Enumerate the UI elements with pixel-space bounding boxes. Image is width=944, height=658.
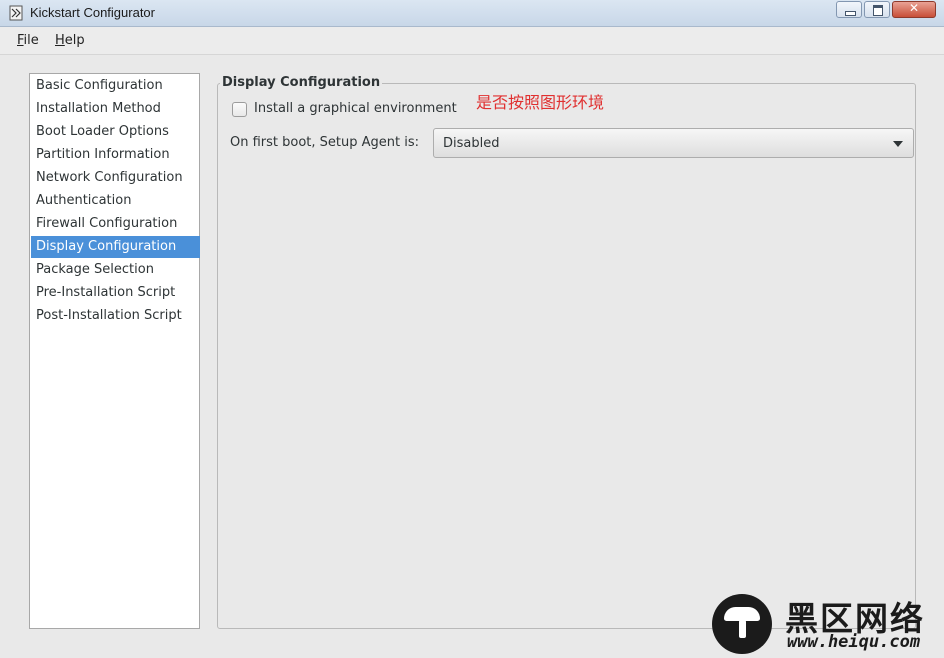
watermark: 黑区网络 www.heiqu.com: [707, 590, 944, 658]
main-window: Kickstart Configurator ✕ File Help Basic…: [0, 0, 944, 658]
setup-agent-dropdown[interactable]: Disabled: [433, 128, 914, 158]
sidebar-item-network-configuration[interactable]: Network Configuration: [31, 167, 200, 189]
setup-agent-label: On first boot, Setup Agent is:: [230, 135, 420, 150]
sidebar-item-basic-configuration[interactable]: Basic Configuration: [31, 75, 200, 97]
dropdown-arrow-icon: [893, 141, 903, 147]
menu-help[interactable]: Help: [55, 33, 85, 48]
sidebar-item-partition-information[interactable]: Partition Information: [31, 144, 200, 166]
annotation-text: 是否按照图形环境: [476, 93, 605, 112]
close-icon: ✕: [908, 1, 920, 15]
menu-bar: File Help: [0, 27, 944, 55]
menu-help-mnemonic: H: [55, 33, 65, 48]
sidebar-item-authentication[interactable]: Authentication: [31, 190, 200, 212]
menu-file[interactable]: File: [17, 33, 39, 48]
install-graphical-label[interactable]: Install a graphical environment: [254, 101, 457, 116]
maximize-button[interactable]: [864, 1, 890, 18]
sidebar-item-package-selection[interactable]: Package Selection: [31, 259, 200, 281]
setup-agent-value: Disabled: [443, 136, 500, 151]
sidebar-item-installation-method[interactable]: Installation Method: [31, 98, 200, 120]
menu-file-label: ile: [23, 33, 39, 48]
watermark-logo-icon: [712, 594, 772, 654]
app-icon: [9, 5, 23, 21]
sidebar-item-display-configuration[interactable]: Display Configuration: [31, 236, 200, 258]
install-graphical-checkbox[interactable]: [232, 102, 247, 117]
title-bar[interactable]: Kickstart Configurator ✕: [0, 0, 944, 27]
menu-help-label: elp: [64, 33, 85, 48]
close-button[interactable]: ✕: [892, 1, 936, 18]
sidebar-item-boot-loader-options[interactable]: Boot Loader Options: [31, 121, 200, 143]
sidebar-item-post-installation-script[interactable]: Post-Installation Script: [31, 305, 200, 327]
frame-title: Display Configuration: [220, 75, 383, 90]
maximize-icon: [873, 5, 883, 16]
sidebar-item-pre-installation-script[interactable]: Pre-Installation Script: [31, 282, 200, 304]
display-configuration-frame: [217, 83, 916, 629]
section-list[interactable]: Basic Configuration Installation Method …: [29, 73, 200, 629]
watermark-url: www.heiqu.com: [787, 632, 921, 652]
window-title: Kickstart Configurator: [30, 5, 155, 20]
minimize-icon: [845, 11, 856, 16]
sidebar-item-firewall-configuration[interactable]: Firewall Configuration: [31, 213, 200, 235]
minimize-button[interactable]: [836, 1, 862, 18]
